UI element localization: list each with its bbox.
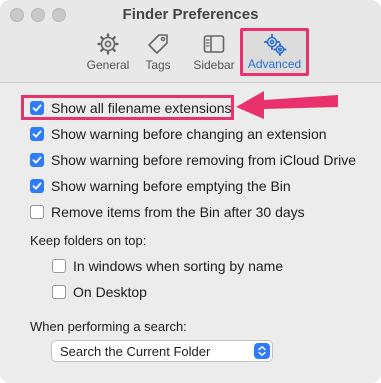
search-heading: When performing a search: [30,319,187,334]
folders-on-top-heading: Keep folders on top: [30,233,147,248]
option-label: Show warning before emptying the Bin [51,178,291,194]
tag-icon [148,34,168,54]
option-remove-after-30-days[interactable]: Remove items from the Bin after 30 days [30,203,305,221]
window-title: Finder Preferences [122,6,259,23]
chevron-up-down-icon [254,343,270,359]
checkbox-folders-top-desktop[interactable] [52,285,66,299]
checkmark-icon [32,156,42,164]
sidebar-icon [203,35,225,53]
option-warn-empty-bin[interactable]: Show warning before emptying the Bin [30,177,291,195]
option-folders-top-windows[interactable]: In windows when sorting by name [52,257,283,275]
gears-icon [263,34,286,56]
preferences-toolbar: General Tags Sidebar Advanced [0,28,381,78]
option-warn-icloud[interactable]: Show warning before removing from iCloud… [30,151,356,169]
option-warn-change-extension[interactable]: Show warning before changing an extensio… [30,125,327,143]
tab-tags-label: Tags [145,58,171,72]
checkbox-remove-after-30-days[interactable] [30,205,44,219]
checkbox-folders-top-windows[interactable] [52,259,66,273]
gear-icon [97,33,119,55]
option-label: Show warning before removing from iCloud… [51,152,357,168]
option-folders-top-desktop[interactable]: On Desktop [52,283,147,301]
tab-sidebar-label: Sidebar [193,58,235,72]
checkbox-warn-change-extension[interactable] [30,127,44,141]
option-label: Remove items from the Bin after 30 days [51,204,305,220]
checkmark-icon [32,182,42,190]
tab-sidebar[interactable]: Sidebar [184,28,244,76]
checkbox-warn-icloud[interactable] [30,153,44,167]
annotation-arrow-icon [236,91,338,119]
search-scope-select[interactable]: Search the Current Folder [51,340,273,362]
annotation-highlight-box [21,95,234,120]
title-bar: Finder Preferences General Tags Sidebar … [0,0,381,83]
search-scope-value: Search the Current Folder [60,343,211,359]
option-label: On Desktop [73,284,147,300]
finder-preferences-window: Finder Preferences General Tags Sidebar … [0,0,381,383]
option-label: In windows when sorting by name [73,258,284,274]
checkmark-icon [32,130,42,138]
checkbox-warn-empty-bin[interactable] [30,179,44,193]
option-label: Show warning before changing an extensio… [51,126,327,142]
tab-advanced-label: Advanced [247,57,302,71]
tab-advanced[interactable]: Advanced [240,28,309,76]
advanced-pane: Show all filename extensions Show warnin… [0,83,381,383]
tab-tags[interactable]: Tags [128,28,188,76]
